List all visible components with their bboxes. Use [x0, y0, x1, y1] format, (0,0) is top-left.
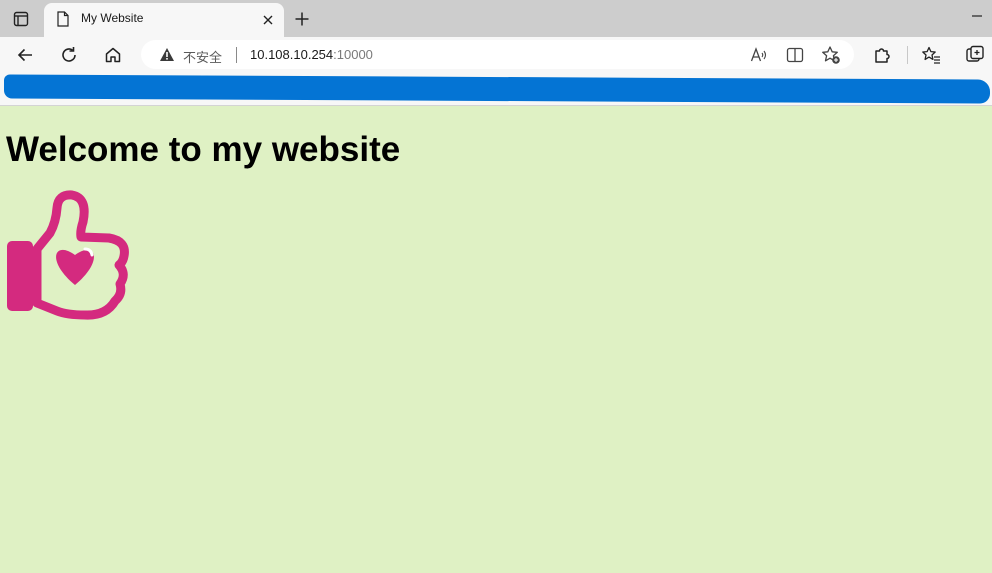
- url-port: :10000: [333, 47, 373, 62]
- favorites-icon[interactable]: [917, 41, 945, 69]
- thumbs-up-heart-icon: [7, 190, 129, 320]
- read-aloud-icon[interactable]: [746, 42, 772, 68]
- page-icon: [56, 11, 70, 32]
- tab-actions-icon[interactable]: [8, 7, 34, 31]
- tab-title: My Website: [81, 11, 144, 25]
- divider: [236, 47, 237, 63]
- plus-icon[interactable]: [290, 7, 314, 31]
- extensions-icon[interactable]: [868, 41, 896, 69]
- url-host: 10.108.10.254: [250, 47, 334, 62]
- collections-icon[interactable]: [961, 41, 989, 69]
- split-screen-icon[interactable]: [782, 42, 808, 68]
- refresh-icon[interactable]: [55, 41, 83, 69]
- warning-icon[interactable]: [159, 47, 175, 67]
- close-icon[interactable]: [258, 10, 278, 30]
- add-favorite-icon[interactable]: [818, 42, 844, 68]
- address-bar[interactable]: 不安全 10.108.10.254:10000: [141, 40, 854, 69]
- page-heading: Welcome to my website: [6, 130, 401, 169]
- minimize-icon[interactable]: [966, 8, 988, 24]
- browser-toolbar: 不安全 10.108.10.254:10000: [0, 37, 992, 72]
- back-arrow-icon[interactable]: [11, 41, 39, 69]
- toolbar-separator: [907, 46, 908, 64]
- browser-tab[interactable]: My Website: [44, 3, 284, 37]
- security-label[interactable]: 不安全: [183, 47, 222, 66]
- favorites-bar: [0, 72, 992, 106]
- home-icon[interactable]: [99, 41, 127, 69]
- page-content: Welcome to my website: [0, 106, 992, 573]
- tab-strip: My Website: [0, 0, 992, 37]
- redacted-bar: [4, 74, 990, 104]
- url-text[interactable]: 10.108.10.254:10000: [250, 47, 373, 62]
